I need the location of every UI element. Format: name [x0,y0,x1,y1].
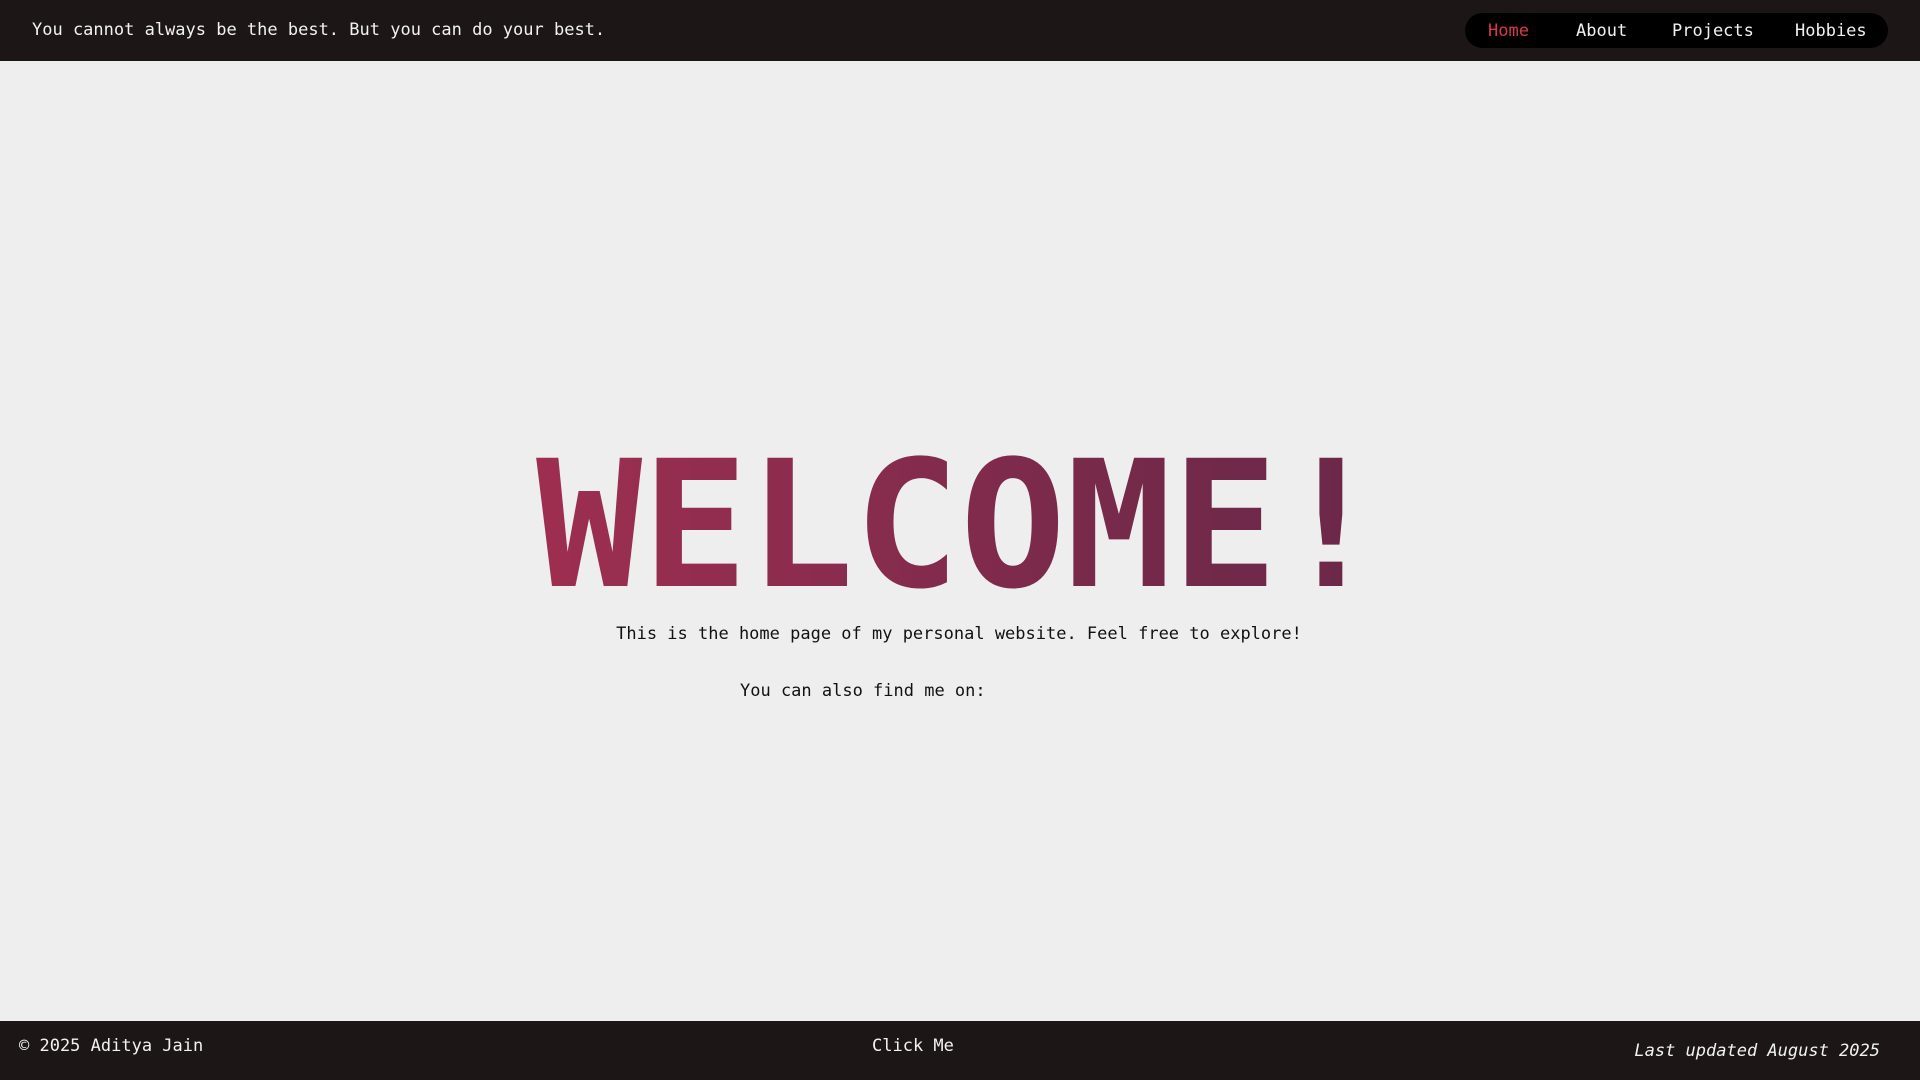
nav-home-link[interactable]: Home [1488,21,1529,41]
site-footer: © 2025 Aditya Jain Click Me Last updated… [0,1021,1920,1080]
main-nav: Home About Projects Hobbies [1465,13,1888,48]
click-me-button[interactable]: Click Me [872,1036,954,1056]
main-content: WELCOME! This is the home page of my per… [0,61,1920,1021]
intro-text: This is the home page of my personal web… [616,624,1302,644]
site-header: You cannot always be the best. But you c… [0,0,1920,61]
header-quote: You cannot always be the best. But you c… [32,20,606,40]
nav-projects-link[interactable]: Projects [1672,21,1754,41]
welcome-heading: WELCOME! [0,431,1920,621]
last-updated-text: Last updated August 2025 [1634,1041,1880,1061]
find-me-text: You can also find me on: [740,681,986,701]
nav-about-link[interactable]: About [1576,21,1627,41]
nav-hobbies-link[interactable]: Hobbies [1795,21,1867,41]
copyright-text: © 2025 Aditya Jain [19,1036,204,1056]
